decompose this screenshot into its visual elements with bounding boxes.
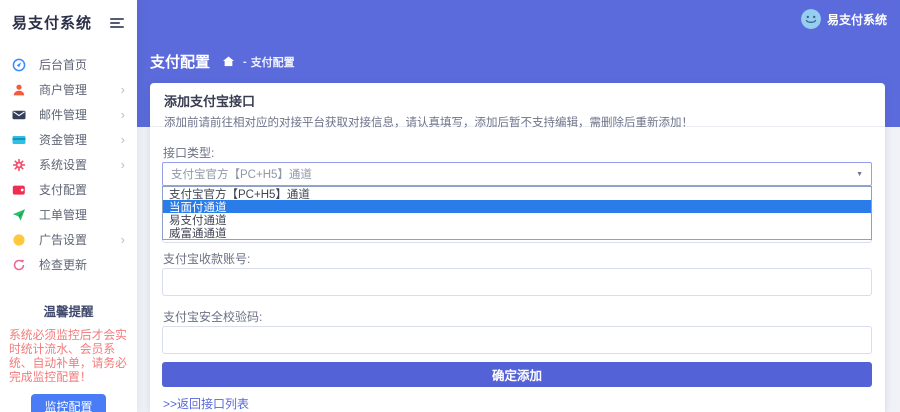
alipay-security-code-label: 支付宝安全校验码:: [163, 310, 263, 324]
paper-plane-icon: [12, 208, 26, 222]
interface-type-label: 接口类型:: [163, 146, 215, 160]
sidebar-item-payment-config[interactable]: 支付配置: [0, 177, 137, 202]
sidebar-item-label: 工单管理: [39, 208, 88, 222]
interface-type-dropdown: 支付宝官方【PC+H5】通道 当面付通道 易支付通道 威富通通道: [162, 186, 872, 240]
user-icon: [12, 83, 26, 97]
chevron-right-icon: ›: [120, 132, 125, 147]
chevron-right-icon: ›: [120, 157, 125, 172]
card-icon: [12, 133, 26, 147]
confirm-add-button[interactable]: 确定添加: [162, 362, 872, 387]
user-menu[interactable]: 易支付系统: [800, 9, 887, 29]
card-description: 添加前请前往相对应的对接平台获取对接信息，请认真填写，添加后暂不支持编辑，需删除…: [164, 117, 693, 129]
app-logo: 易支付系统: [12, 14, 93, 32]
sidebar-item-merchants[interactable]: 商户管理 ›: [0, 77, 137, 102]
interface-type-select[interactable]: 支付宝官方【PC+H5】通道 ▼: [162, 162, 872, 186]
chevron-right-icon: ›: [120, 232, 125, 247]
sidebar-item-system-settings[interactable]: 系统设置 ›: [0, 152, 137, 177]
sidebar-item-label: 系统设置: [39, 158, 88, 172]
dropdown-option[interactable]: 易支付通道: [163, 213, 871, 227]
select-arrow-icon: ▼: [856, 170, 863, 178]
card-title: 添加支付宝接口: [164, 94, 256, 109]
sidebar-item-label: 检查更新: [39, 258, 88, 272]
sidebar-item-mail[interactable]: 邮件管理 ›: [0, 102, 137, 127]
ad-icon: [12, 233, 26, 247]
sidebar-toggle-icon[interactable]: [110, 16, 125, 28]
card-header: 添加支付宝接口 添加前请前往相对应的对接平台获取对接信息，请认真填写，添加后暂不…: [150, 83, 885, 129]
page-head: 支付配置 - 支付配置: [150, 51, 295, 72]
mail-icon: [12, 108, 26, 122]
chevron-right-icon: ›: [120, 107, 125, 122]
user-name: 易支付系统: [826, 12, 887, 27]
home-icon[interactable]: [223, 56, 235, 67]
page-title: 支付配置: [150, 54, 211, 71]
gear-icon: [12, 158, 26, 172]
sidebar-item-label: 广告设置: [39, 233, 88, 247]
sidebar-item-dashboard[interactable]: 后台首页: [0, 52, 137, 77]
sidebar-nav: 后台首页 商户管理 › 邮件管理 › 资金管理 › 系统设置 › 支付配置 工单…: [0, 52, 137, 277]
chevron-right-icon: ›: [120, 82, 125, 97]
alipay-account-label: 支付宝收款账号:: [163, 252, 251, 266]
sidebar-item-label: 邮件管理: [39, 108, 88, 122]
add-alipay-interface-card: 添加支付宝接口 添加前请前往相对应的对接平台获取对接信息，请认真填写，添加后暂不…: [150, 83, 885, 412]
sidebar-item-label: 后台首页: [39, 58, 88, 72]
notice-text: 系统必须监控后才会实时统计流水、会员系统、自动补单，请务必完成监控配置！: [9, 328, 127, 384]
alipay-security-code-input[interactable]: [162, 326, 872, 354]
breadcrumb-current[interactable]: 支付配置: [251, 54, 295, 70]
interface-type-selected-value: 支付宝官方【PC+H5】通道: [171, 169, 312, 181]
sidebar-item-funds[interactable]: 资金管理 ›: [0, 127, 137, 152]
dropdown-option[interactable]: 威富通通道: [163, 226, 871, 240]
sidebar-item-tickets[interactable]: 工单管理: [0, 202, 137, 227]
breadcrumb: - 支付配置: [223, 54, 295, 70]
main-area: 易支付系统 支付配置 - 支付配置 添加支付宝接口 添加前请前往相对应的对接平台…: [137, 0, 900, 412]
sidebar-notice: 温馨提醒 系统必须监控后才会实时统计流水、会员系统、自动补单，请务必完成监控配置…: [9, 301, 128, 412]
sidebar-item-label: 资金管理: [39, 133, 88, 147]
sidebar-item-ads[interactable]: 广告设置 ›: [0, 227, 137, 252]
dropdown-option[interactable]: 支付宝官方【PC+H5】通道: [163, 187, 871, 201]
notice-title: 温馨提醒: [43, 305, 94, 319]
sidebar-item-check-update[interactable]: 检查更新: [0, 252, 137, 277]
wallet-icon: [12, 183, 26, 197]
dropdown-option-highlighted[interactable]: 当面付通道: [163, 200, 871, 214]
app-window: 易支付系统 后台首页 商户管理 › 邮件管理 › 资金管理 › 系统设置 › 支…: [0, 0, 900, 412]
sidebar-item-label: 支付配置: [39, 183, 88, 197]
refresh-icon: [12, 258, 26, 272]
breadcrumb-separator: -: [243, 55, 247, 68]
monitor-config-button[interactable]: 监控配置: [31, 394, 106, 412]
alipay-account-input[interactable]: [162, 268, 872, 296]
sidebar-header: 易支付系统: [0, 0, 137, 34]
sidebar: 易支付系统 后台首页 商户管理 › 邮件管理 › 资金管理 › 系统设置 › 支…: [0, 0, 137, 412]
avatar: [800, 9, 821, 29]
sidebar-item-label: 商户管理: [39, 83, 88, 97]
compass-icon: [12, 58, 26, 72]
back-to-interface-list-link[interactable]: >>返回接口列表: [163, 395, 249, 412]
